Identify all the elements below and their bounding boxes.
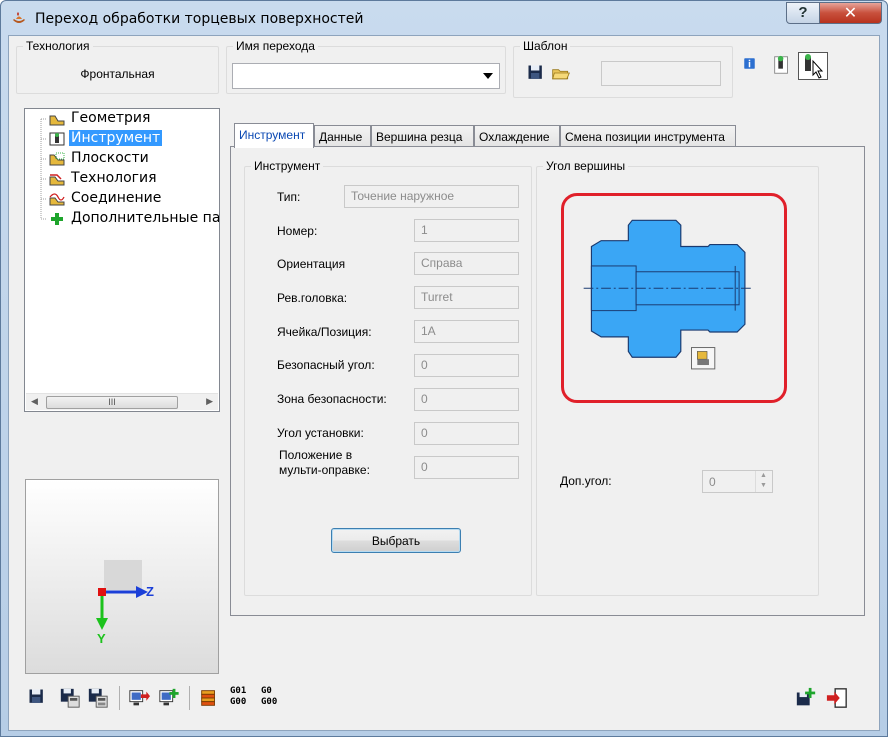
bottom-toolbar: G01 G00 G0 G00 <box>25 684 875 714</box>
mount-angle-field[interactable]: 0 <box>414 422 519 445</box>
dialog-client: Технология Фронтальная Имя перехода Шабл… <box>8 35 880 731</box>
scrollbar-thumb[interactable]: III <box>46 396 178 409</box>
open-template-icon[interactable] <box>551 63 571 83</box>
planes-icon <box>49 152 65 166</box>
tab-tool-tip[interactable]: Вершина резца <box>371 125 474 147</box>
mount-angle-label: Угол установки: <box>277 426 364 440</box>
tree-item-label: Дополнительные пар <box>71 210 220 226</box>
technology-icon <box>49 174 65 186</box>
tip-angle-group: Угол вершины Доп.угол: 0 ▲ ▼ <box>536 159 819 596</box>
window-title: Переход обработки торцевых поверхностей <box>35 11 364 27</box>
turret-label: Рев.головка: <box>277 291 348 305</box>
extra-angle-value: 0 <box>709 475 716 489</box>
axis-triad-icon <box>96 560 148 630</box>
safe-angle-field[interactable]: 0 <box>414 354 519 377</box>
safety-zone-label: Зона безопасности: <box>277 392 387 406</box>
gcode-settings-icon[interactable]: G0 G00 <box>261 686 289 712</box>
save-icon[interactable] <box>27 687 47 707</box>
plus-icon <box>51 213 63 225</box>
tool-status-icon[interactable] <box>771 54 793 76</box>
z-axis-label: Z <box>146 584 154 599</box>
spinner-buttons[interactable]: ▲ ▼ <box>755 471 772 492</box>
tool-pick-button[interactable] <box>798 52 828 80</box>
tree-item-label: Геометрия <box>71 110 151 126</box>
orientation-preview: Z Y <box>25 479 219 674</box>
tip-angle-group-title: Угол вершины <box>543 159 629 173</box>
type-label: Тип: <box>277 190 301 204</box>
tab-data[interactable]: Данные <box>314 125 371 147</box>
cell-position-label: Ячейка/Позиция: <box>277 325 372 339</box>
orientation-label: Ориентация <box>277 257 346 271</box>
technology-group: Технология Фронтальная <box>16 39 219 94</box>
tree-horizontal-scrollbar[interactable]: ◀ III ▶ <box>26 393 218 410</box>
technology-group-title: Технология <box>23 39 93 53</box>
cell-position-field[interactable]: 1A <box>414 320 519 343</box>
info-icon[interactable] <box>742 56 760 74</box>
transition-name-combo[interactable] <box>232 63 500 89</box>
tree-item-label: Соединение <box>71 190 162 206</box>
help-button[interactable]: ? <box>786 2 820 24</box>
save-template-icon[interactable] <box>526 63 546 83</box>
safe-angle-label: Безопасный угол: <box>277 358 375 372</box>
exit-icon[interactable] <box>825 687 849 709</box>
multi-holder-field[interactable]: 0 <box>414 456 519 479</box>
spin-down-icon[interactable]: ▼ <box>760 482 767 489</box>
tab-page-instrument: Инструмент Тип: Точение наружное Номер: … <box>230 146 865 616</box>
type-field[interactable]: Точение наружное <box>344 185 519 208</box>
transition-name-group: Имя перехода <box>226 39 506 94</box>
template-field[interactable] <box>601 61 721 86</box>
chevron-down-icon <box>483 73 493 79</box>
y-axis-label: Y <box>97 631 106 646</box>
connection-icon <box>49 193 65 206</box>
gcode-icon[interactable]: G01 G00 <box>230 686 254 712</box>
instrument-group-title: Инструмент <box>251 159 324 173</box>
orientation-field[interactable]: Справа <box>414 252 519 275</box>
turret-field[interactable]: Turret <box>414 286 519 309</box>
add-monitor-icon[interactable] <box>157 687 181 709</box>
extra-angle-label: Доп.угол: <box>560 474 612 488</box>
geometry-icon <box>49 115 65 126</box>
select-button[interactable]: Выбрать <box>331 528 461 553</box>
transition-name-title: Имя перехода <box>233 39 318 53</box>
save-calc-icon[interactable] <box>59 687 81 709</box>
close-icon: ✕ <box>843 5 858 22</box>
toolbar-separator <box>189 686 190 710</box>
scroll-left-icon[interactable]: ◀ <box>31 396 38 407</box>
template-group-title: Шаблон <box>520 39 571 53</box>
help-icon: ? <box>798 4 808 21</box>
tab-tool-change[interactable]: Смена позиции инструмента <box>560 125 736 147</box>
app-icon <box>13 12 25 23</box>
tree-item-label: Плоскости <box>71 150 149 166</box>
tab-instrument[interactable]: Инструмент <box>234 123 314 148</box>
tree-item-label: Технология <box>71 170 157 186</box>
tool-icon <box>49 132 65 146</box>
export-icon[interactable] <box>127 687 151 709</box>
instrument-group: Инструмент Тип: Точение наружное Номер: … <box>244 159 532 596</box>
scroll-right-icon[interactable]: ▶ <box>206 396 213 407</box>
technology-value: Фронтальная <box>80 67 155 81</box>
dialog-window: Переход обработки торцевых поверхностей … <box>0 0 888 737</box>
spin-up-icon[interactable]: ▲ <box>760 472 767 479</box>
tip-angle-preview <box>561 193 787 403</box>
cursor-tool-icon <box>805 54 824 79</box>
close-button[interactable]: ✕ <box>819 2 882 24</box>
tree-connector-lines <box>40 118 47 220</box>
tree-item-label: Инструмент <box>69 130 163 146</box>
multi-holder-label: Положение в мульти-оправке: <box>279 448 370 477</box>
layers-icon[interactable] <box>197 687 221 709</box>
save-add-icon[interactable] <box>795 687 817 709</box>
number-label: Номер: <box>277 224 318 238</box>
number-field[interactable]: 1 <box>414 219 519 242</box>
toolbar-separator <box>119 686 120 710</box>
extra-angle-spinner[interactable]: 0 ▲ ▼ <box>702 470 773 493</box>
navigation-tree[interactable]: Геометрия Инструмент Плоскости Технологи… <box>24 108 220 412</box>
tab-cooling[interactable]: Охлаждение <box>474 125 560 147</box>
safety-zone-field[interactable]: 0 <box>414 388 519 411</box>
cutting-tool-shape-icon <box>583 219 753 370</box>
save-all-icon[interactable] <box>87 687 109 709</box>
template-group: Шаблон <box>513 39 733 98</box>
title-bar[interactable]: Переход обработки торцевых поверхностей … <box>1 1 887 35</box>
